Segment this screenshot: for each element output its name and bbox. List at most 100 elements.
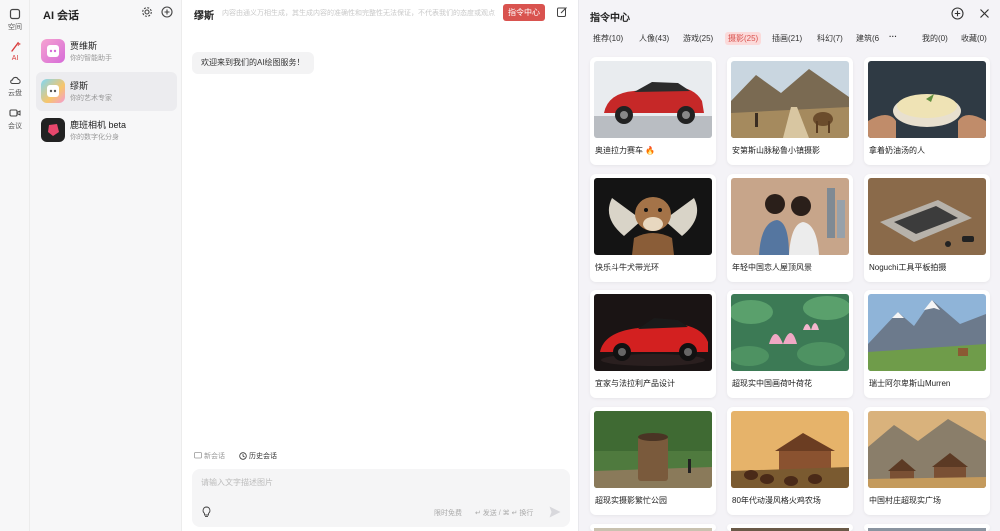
luban-avatar: [41, 118, 65, 142]
directive-card[interactable]: [727, 524, 853, 531]
card-image: [594, 411, 712, 488]
card-image: [731, 61, 849, 138]
directive-card[interactable]: 超现实中国画荷叶荷花: [727, 290, 853, 398]
conversation-subtitle: 你的智能助手: [70, 55, 112, 62]
card-image: [868, 294, 986, 371]
directive-card[interactable]: 拿着奶油汤的人: [864, 57, 990, 165]
welcome-message: 欢迎来到我们的AI绘图服务！: [192, 52, 314, 74]
directive-card[interactable]: [590, 524, 716, 531]
tab-mine[interactable]: 我的(0): [922, 33, 948, 44]
cloud-icon: [10, 76, 21, 85]
card-image: [594, 294, 712, 371]
conversation-item-luban[interactable]: 鹿班相机 beta 你的数字化分身: [36, 111, 177, 150]
chat-title: 缪斯: [194, 11, 214, 22]
card-label: 奥迪拉力赛车 🔥: [595, 146, 656, 155]
conversation-name: 缪斯: [70, 81, 89, 91]
directive-card[interactable]: 80年代动漫风格火鸡农场: [727, 407, 853, 515]
more-tabs-icon[interactable]: ···: [889, 32, 897, 41]
conversation-subtitle: 你的艺术专家: [70, 95, 112, 102]
card-image: [731, 178, 849, 255]
chat-disclaimer: 内容由通义万相生成，其生成内容的准确性和完整性无法保证，不代表我们的态度或观点: [222, 10, 495, 17]
card-image: [868, 411, 986, 488]
edit-icon[interactable]: [556, 6, 568, 18]
card-image: [594, 61, 712, 138]
card-label: 超现实摄影繁忙公园: [595, 496, 667, 505]
card-label: 拿着奶油汤的人: [869, 146, 925, 155]
card-label: 安第斯山脉秘鲁小镇摄影: [732, 146, 820, 155]
tab-illustration[interactable]: 插画(21): [772, 33, 802, 44]
directive-card[interactable]: 超现实摄影繁忙公园: [590, 407, 716, 515]
tab-scifi[interactable]: 科幻(7): [817, 33, 843, 44]
rail-meeting-label: 会议: [8, 123, 22, 130]
ai-wand-icon: [11, 41, 21, 52]
card-image: [731, 411, 849, 488]
chat-area: 缪斯 内容由通义万相生成，其生成内容的准确性和完整性无法保证，不代表我们的态度或…: [182, 0, 578, 531]
jarvis-avatar: [41, 39, 65, 63]
directive-card[interactable]: Noguchi工具平板拍摄: [864, 174, 990, 282]
panel-title: 指令中心: [590, 13, 630, 24]
message-composer: 请输入文字描述图片 限时免费 ↵ 发送 / ⌘ ↵ 换行: [192, 469, 570, 527]
card-label: 快乐斗牛犬带光环: [595, 263, 659, 272]
flame-icon: 🔥: [645, 146, 656, 155]
directive-card[interactable]: 瑞士阿尔卑斯山Murren: [864, 290, 990, 398]
card-image: [868, 61, 986, 138]
tab-photography[interactable]: 摄影(25): [725, 32, 762, 45]
conversation-item-jarvis[interactable]: 贾维斯 你的智能助手: [36, 32, 177, 71]
card-label: 80年代动漫风格火鸡农场: [732, 496, 821, 505]
close-icon[interactable]: [979, 8, 990, 19]
rail-ai-label: AI: [11, 55, 19, 62]
directive-card[interactable]: [864, 524, 990, 531]
conversation-item-muse[interactable]: 缪斯 你的艺术专家: [36, 72, 177, 111]
directive-card[interactable]: 快乐斗牛犬带光环: [590, 174, 716, 282]
card-label: Noguchi工具平板拍摄: [869, 263, 947, 272]
video-icon: [9, 109, 21, 117]
rail-meeting[interactable]: 会议: [0, 107, 30, 131]
new-chat-button[interactable]: 新会话: [194, 451, 225, 461]
card-label: 超现实中国画荷叶荷花: [732, 379, 812, 388]
conversation-name: 鹿班相机 beta: [70, 120, 127, 130]
card-image: [731, 294, 849, 371]
chat-bubble-icon: [194, 452, 202, 459]
rail-space-label: 空间: [8, 24, 22, 31]
tab-favorites[interactable]: 收藏(0): [961, 33, 987, 44]
prompt-input[interactable]: 请输入文字描述图片: [201, 477, 273, 488]
tab-recommended[interactable]: 推荐(10): [593, 33, 623, 44]
conversation-list: AI 会话 贾维斯 你的智能助手 缪斯 你的艺术专家 鹿班相机 beta 你的数…: [30, 0, 182, 531]
lightbulb-icon[interactable]: [201, 506, 212, 518]
tab-architecture[interactable]: 建筑(6: [856, 33, 879, 44]
card-label: 年轻中国恋人屋顶风景: [732, 263, 812, 272]
free-limit-label: 限时免费: [434, 510, 462, 517]
tab-game[interactable]: 游戏(25): [683, 33, 713, 44]
rail-ai[interactable]: AI: [0, 41, 30, 62]
muse-avatar: [41, 79, 65, 103]
card-label: 宜家与法拉利产品设计: [595, 379, 675, 388]
send-hint: ↵ 发送 / ⌘ ↵ 换行: [475, 510, 534, 517]
card-image: [868, 178, 986, 255]
square-icon: [9, 8, 21, 20]
app-rail: 空间 AI 云盘 会议: [0, 0, 30, 531]
chat-session-tabs: 新会话 历史会话: [194, 451, 289, 462]
directive-card[interactable]: 宜家与法拉利产品设计: [590, 290, 716, 398]
command-center-button[interactable]: 指令中心: [503, 4, 545, 21]
directive-card[interactable]: 年轻中国恋人屋顶风景: [727, 174, 853, 282]
rail-cloud-label: 云盘: [8, 90, 22, 97]
card-label: 瑞士阿尔卑斯山Murren: [869, 379, 951, 388]
directive-card[interactable]: 中国村庄超现实广场: [864, 407, 990, 515]
card-label: 中国村庄超现实广场: [869, 496, 941, 505]
conversation-list-title: AI 会话: [43, 10, 80, 22]
command-center-panel: 指令中心 推荐(10) 人像(43) 游戏(25) 摄影(25) 插画(21) …: [578, 0, 1000, 531]
tab-portrait[interactable]: 人像(43): [639, 33, 669, 44]
directive-card[interactable]: 安第斯山脉秘鲁小镇摄影: [727, 57, 853, 165]
history-icon: [239, 452, 247, 460]
rail-space[interactable]: 空间: [0, 8, 30, 32]
send-icon[interactable]: [548, 505, 562, 519]
card-image: [594, 178, 712, 255]
conversation-subtitle: 你的数字化分身: [70, 134, 119, 141]
add-directive-icon[interactable]: [951, 7, 964, 20]
rail-cloud[interactable]: 云盘: [0, 74, 30, 98]
add-conversation-icon[interactable]: [161, 6, 173, 18]
directive-card[interactable]: 奥迪拉力赛车 🔥: [590, 57, 716, 165]
conversation-name: 贾维斯: [70, 41, 98, 51]
history-button[interactable]: 历史会话: [239, 451, 277, 461]
gear-icon[interactable]: [141, 6, 153, 18]
